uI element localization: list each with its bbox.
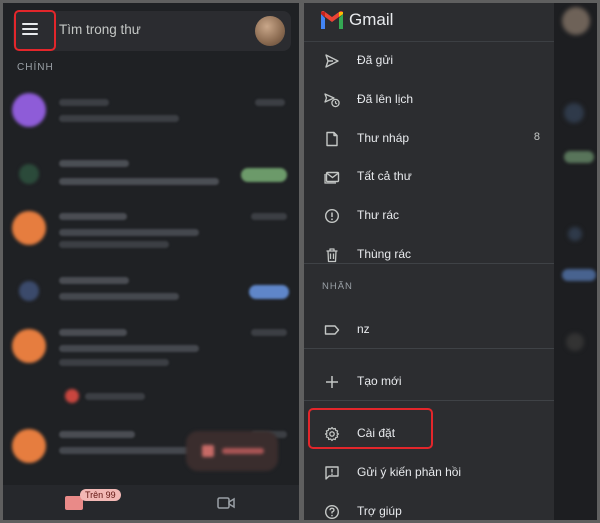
plus-icon [326,376,338,388]
drawer-item-help[interactable]: Trợ giúp [304,495,554,520]
drawer-item-scheduled[interactable]: Đã lên lịch [304,83,554,117]
app-name: Gmail [349,10,394,29]
list-item[interactable] [3,203,299,253]
drawer-item-feedback[interactable]: Gửi ý kiến phản hồi [304,456,554,490]
feedback-icon [325,466,339,480]
help-icon [324,504,340,520]
drawer-item-label: Tạo mới [357,374,402,388]
divider [304,400,554,401]
drawer-item-label: Thư rác [357,208,400,222]
labels-heading: NHÃN [322,281,353,292]
settings-highlight-box [308,408,433,449]
list-item[interactable] [3,148,299,198]
drawer-item-label: Thùng rác [357,247,412,261]
list-item[interactable] [3,321,299,371]
drawer-item-drafts[interactable]: Thư nháp 8 [304,122,554,156]
drawer-item-label: Đã lên lịch [357,92,414,106]
scheduled-send-icon [324,93,340,108]
create-new-label-button[interactable]: Tạo mới [304,365,554,399]
drawer-item-label-nz[interactable]: nz [304,313,554,347]
drawer-item-label: Trợ giúp [357,504,402,518]
label-icon [324,325,340,335]
trash-icon [326,248,338,263]
gmail-logo-icon [321,11,343,29]
drawer-header: Gmail [304,3,554,42]
spam-icon [324,208,340,224]
compose-button[interactable] [186,431,278,471]
list-item[interactable] [3,375,299,415]
all-mail-icon [324,171,340,184]
menu-highlight-box [14,10,56,51]
drawer-item-trash[interactable]: Thùng rác [304,238,554,272]
drawer-scrim[interactable] [554,3,597,520]
list-item[interactable] [3,267,299,317]
inbox-screen: Tìm trong thư CHÍNH Trên 99 [3,3,299,520]
divider [304,348,554,349]
avatar[interactable] [255,16,285,46]
drawer-item-label: Thư nháp [357,131,410,145]
mail-badge: Trên 99 [80,489,121,501]
draft-count: 8 [533,131,540,143]
navigation-drawer-screen: Gmail Đã gửi Đã lên lịch Thư nháp 8 Tất … [304,3,597,520]
drawer-item-label: Tất cả thư [357,169,412,183]
draft-icon [326,131,338,147]
drawer-item-label: Đã gửi [357,53,394,67]
drawer-item-sent[interactable]: Đã gửi [304,44,554,78]
section-label: CHÍNH [17,62,54,73]
drawer-item-label: nz [357,322,370,336]
bottom-nav: Trên 99 [3,485,299,520]
divider [304,263,554,264]
list-item[interactable] [3,85,299,135]
video-icon[interactable] [217,496,235,510]
drawer-item-all-mail[interactable]: Tất cả thư [304,160,554,194]
drawer-item-spam[interactable]: Thư rác [304,199,554,233]
send-icon [325,54,339,68]
drawer-item-label: Gửi ý kiến phản hồi [357,465,462,479]
search-placeholder[interactable]: Tìm trong thư [59,22,141,37]
